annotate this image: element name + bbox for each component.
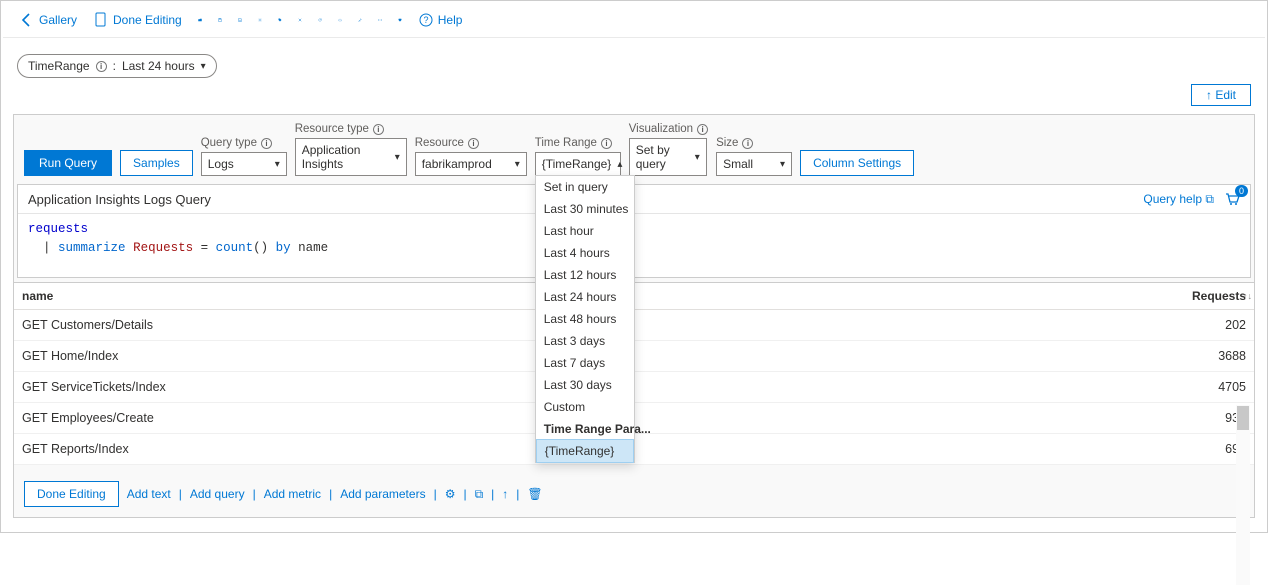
close-x-icon[interactable] [292,12,308,28]
notification-badge: 0 [1235,185,1248,197]
help-button[interactable]: ? Help [412,9,469,31]
svg-text:?: ? [423,15,428,25]
resource-type-select[interactable]: Application Insights▾ [295,138,407,176]
time-range-option[interactable]: Time Range Para... [536,418,634,440]
save-as-icon[interactable] [232,12,248,28]
info-icon: i [601,138,612,149]
edit-button[interactable]: ↑ Edit [1191,84,1251,106]
time-range-option[interactable]: Last 7 days [536,352,634,374]
done-editing-footer-button[interactable]: Done Editing [24,481,119,507]
chevron-up-icon: ▴ [617,159,622,170]
cell-requests: 3688 [1184,341,1254,371]
chevron-down-icon: ▾ [201,61,206,72]
help-label: Help [438,13,463,27]
time-range-option[interactable]: Custom [536,396,634,418]
info-icon: i [468,138,479,149]
time-range-select[interactable]: {TimeRange}▴ [535,152,621,176]
gear-small-icon[interactable]: ⚙ [445,487,456,502]
chevron-down-icon: ▾ [515,159,520,170]
run-query-button[interactable]: Run Query [24,150,112,176]
refresh-icon[interactable] [312,12,328,28]
info-icon: i [373,124,384,135]
back-arrow-icon [19,12,35,28]
time-range-option[interactable]: Last 24 hours [536,286,634,308]
gear-icon[interactable] [252,12,268,28]
visualization-select[interactable]: Set by query▾ [629,138,707,176]
col-requests[interactable]: Requests ↑↓ [1184,283,1254,309]
chevron-down-icon: ▾ [695,152,700,163]
add-metric-link[interactable]: Add metric [264,487,321,501]
time-range-label: Time Rangei [535,137,621,149]
cloud-icon[interactable] [332,12,348,28]
tag-icon[interactable] [272,12,288,28]
delete-icon[interactable]: 🗑 [527,487,542,502]
save-icon[interactable] [212,12,228,28]
time-range-option[interactable]: Last 30 minutes [536,198,634,220]
resource-select[interactable]: fabrikamprod▾ [415,152,527,176]
query-controls: Run Query Samples Query typei Logs▾ Reso… [14,123,1254,184]
panel-footer: Done Editing Add text | Add query | Add … [14,471,1254,517]
query-panel: Run Query Samples Query typei Logs▾ Reso… [13,114,1255,518]
info-icon: i [261,138,272,149]
cart-icon[interactable]: 0 [1224,191,1240,207]
info-icon: i [697,124,708,135]
chevron-down-icon: ▾ [275,159,280,170]
time-range-option[interactable]: Last 48 hours [536,308,634,330]
time-range-option[interactable]: Last 3 days [536,330,634,352]
gallery-button[interactable]: Gallery [13,9,83,31]
time-range-option[interactable]: Last 4 hours [536,242,634,264]
pill-colon: : [113,59,116,73]
info-icon: i [742,138,753,149]
timerange-parameter-pill[interactable]: TimeRange i : Last 24 hours ▾ [17,54,217,78]
external-link-icon: ⧉ [1205,192,1214,206]
pill-value: Last 24 hours [122,59,195,73]
copy-icon[interactable]: ⧉ [475,487,484,502]
document-icon [93,12,109,28]
help-icon: ? [418,12,434,28]
resource-label: Resourcei [415,137,527,149]
add-query-link[interactable]: Add query [190,487,245,501]
time-range-option[interactable]: Last hour [536,220,634,242]
chevron-down-icon: ▾ [780,159,785,170]
query-help-link[interactable]: Query help ⧉ [1143,192,1214,207]
time-range-option[interactable]: {TimeRange} [536,439,634,463]
add-parameters-link[interactable]: Add parameters [340,487,425,501]
size-select[interactable]: Small▾ [716,152,792,176]
add-text-link[interactable]: Add text [127,487,171,501]
top-toolbar: Gallery Done Editing ? Help [3,3,1265,38]
done-editing-label: Done Editing [113,13,182,27]
edit-row: ↑ Edit [3,84,1265,114]
column-settings-button[interactable]: Column Settings [800,150,914,176]
table-scrollbar[interactable] [1236,405,1250,585]
info-icon: i [96,61,107,72]
gallery-label: Gallery [39,13,77,27]
move-up-icon[interactable]: ↑ [502,487,508,502]
query-type-select[interactable]: Logs▾ [201,152,287,176]
time-range-option[interactable]: Set in query [536,176,634,198]
resource-type-label: Resource typei [295,123,407,135]
sort-icon: ↑↓ [1243,291,1252,301]
cell-requests: 4705 [1184,372,1254,402]
pin-icon[interactable] [352,12,368,28]
cell-requests: 202 [1184,310,1254,340]
pill-param-name: TimeRange [28,59,90,73]
code-icon[interactable] [372,12,388,28]
parameter-bar: TimeRange i : Last 24 hours ▾ [3,38,1265,84]
done-editing-button[interactable]: Done Editing [87,9,188,31]
visualization-label: Visualizationi [629,123,708,135]
time-range-option[interactable]: Last 12 hours [536,264,634,286]
size-label: Sizei [716,137,792,149]
time-range-option[interactable]: Last 30 days [536,374,634,396]
query-type-label: Query typei [201,137,287,149]
open-icon[interactable] [192,12,208,28]
query-title: Application Insights Logs Query [28,192,211,207]
heart-icon[interactable] [392,12,408,28]
time-range-dropdown: Set in queryLast 30 minutesLast hourLast… [535,175,635,463]
samples-button[interactable]: Samples [120,150,193,176]
chevron-down-icon: ▾ [395,152,400,163]
